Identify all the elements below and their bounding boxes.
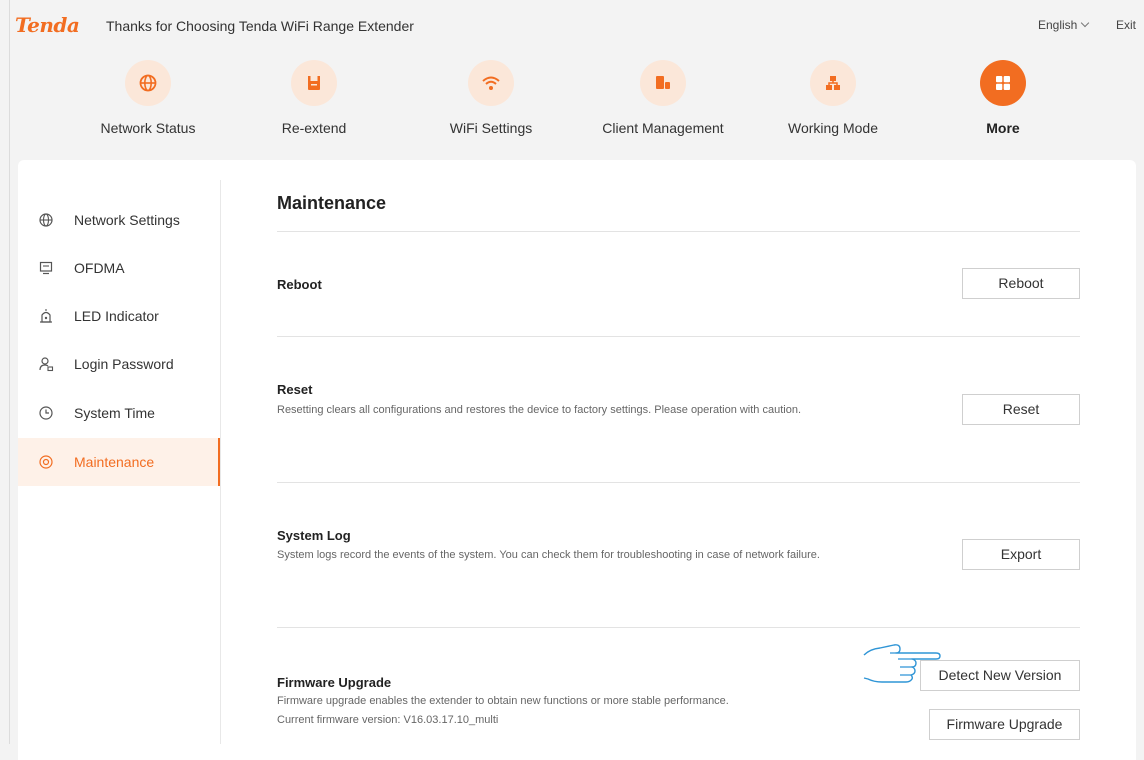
detect-new-version-button[interactable]: Detect New Version (920, 660, 1080, 691)
nav-working-mode[interactable]: Working Mode (758, 60, 908, 140)
led-icon (40, 309, 52, 323)
firmware-upgrade-title: Firmware Upgrade (277, 675, 392, 690)
system-log-title: System Log (277, 528, 351, 543)
sidebar-item-maintenance[interactable]: Maintenance (18, 438, 220, 486)
chevron-down-icon (1081, 18, 1090, 28)
sidebar-divider (220, 180, 221, 744)
nav-label: Re-extend (281, 120, 347, 136)
reset-title: Reset (277, 382, 313, 397)
tenda-logo: Tenda (15, 13, 80, 37)
sidebar-item-label: OFDMA (74, 260, 125, 276)
globe-icon (125, 60, 171, 106)
nav-wifi-settings[interactable]: WiFi Settings (416, 60, 566, 140)
reboot-button[interactable]: Reboot (962, 268, 1080, 299)
reset-description: Resetting clears all configurations and … (277, 404, 802, 416)
sidebar-item-led-indicator[interactable]: LED Indicator (18, 292, 220, 340)
client-icon (640, 60, 686, 106)
language-select[interactable]: English (1038, 18, 1090, 32)
nav-more[interactable]: More (928, 60, 1078, 140)
reset-button[interactable]: Reset (962, 394, 1080, 425)
nav-label: Working Mode (787, 120, 878, 136)
firmware-upgrade-button[interactable]: Firmware Upgrade (929, 709, 1080, 740)
firmware-description: Firmware upgrade enables the extender to… (277, 695, 729, 707)
clock-icon (39, 406, 53, 420)
top-bar: Tenda Thanks for Choosing Tenda WiFi Ran… (0, 0, 1144, 52)
sidebar-item-ofdma[interactable]: OFDMA (18, 244, 220, 292)
sidebar-item-label: System Time (74, 405, 155, 421)
system-log-description: System logs record the events of the sys… (277, 549, 820, 561)
globe-icon (39, 213, 53, 227)
exit-link[interactable]: Exit (1116, 18, 1136, 32)
sidebar-item-label: Login Password (74, 356, 174, 372)
user-lock-icon (39, 357, 54, 372)
grid-icon (980, 60, 1026, 106)
firmware-version: Current firmware version: V16.03.17.10_m… (277, 714, 499, 726)
nav-label: WiFi Settings (449, 120, 533, 136)
sidebar-item-label: LED Indicator (74, 308, 159, 324)
export-button[interactable]: Export (962, 539, 1080, 570)
monitor-icon (39, 261, 53, 275)
pointing-hand-icon (863, 644, 941, 683)
wifi-icon (468, 60, 514, 106)
nav-label: Client Management (602, 120, 724, 136)
nav-re-extend[interactable]: Re-extend (239, 60, 389, 140)
sidebar-item-system-time[interactable]: System Time (18, 389, 220, 437)
target-icon (39, 455, 53, 469)
nav-label: More (986, 120, 1020, 136)
extender-icon (291, 60, 337, 106)
divider (277, 627, 1080, 628)
divider (277, 231, 1080, 232)
language-label: English (1038, 18, 1078, 32)
sidebar-item-label: Network Settings (74, 212, 180, 228)
reboot-title: Reboot (277, 277, 322, 292)
mode-icon (810, 60, 856, 106)
window-edge (9, 0, 10, 744)
sidebar-item-label: Maintenance (74, 454, 155, 470)
page-title: Maintenance (277, 193, 387, 213)
divider (277, 336, 1080, 337)
sidebar-item-login-password[interactable]: Login Password (18, 340, 220, 388)
divider (277, 482, 1080, 483)
sidebar-item-network-settings[interactable]: Network Settings (18, 196, 220, 244)
nav-label: Network Status (100, 120, 196, 136)
nav-network-status[interactable]: Network Status (73, 60, 223, 140)
header-slogan: Thanks for Choosing Tenda WiFi Range Ext… (106, 18, 414, 34)
nav-client-management[interactable]: Client Management (588, 60, 738, 140)
